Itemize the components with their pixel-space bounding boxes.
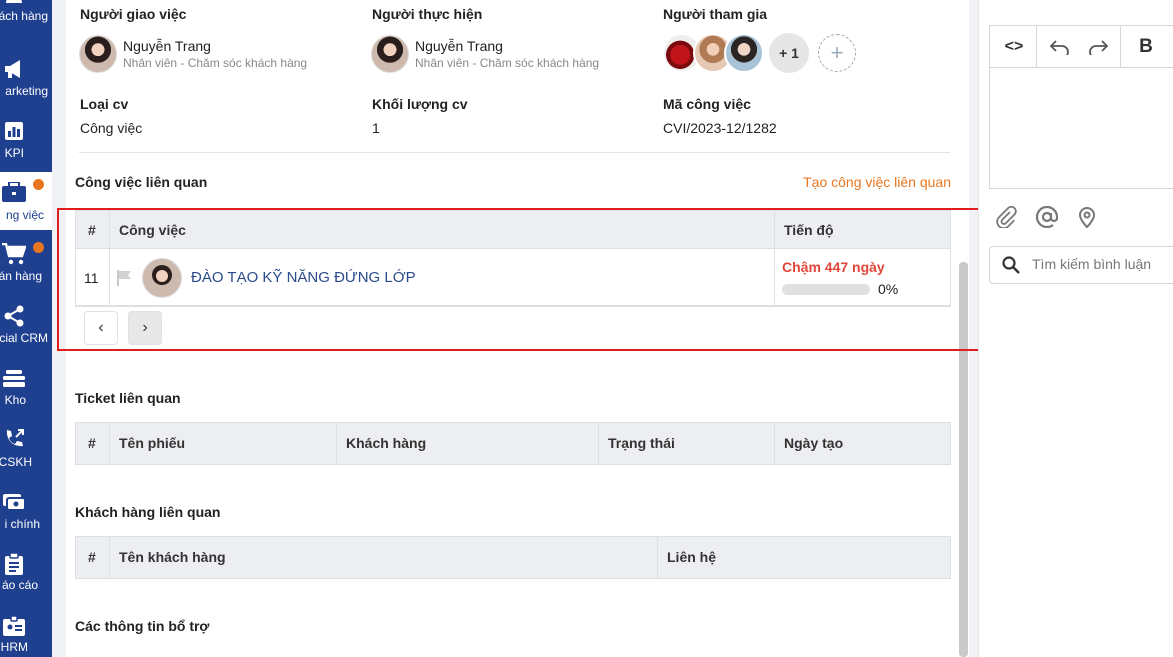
redo-icon xyxy=(1089,40,1108,55)
sidebar-item-cskh[interactable]: CSKH xyxy=(0,423,52,481)
comment-search-box xyxy=(989,246,1173,284)
comments-panel: <> B xyxy=(978,0,1173,657)
sidebar-item-label: ách hàng xyxy=(0,9,48,23)
divider xyxy=(1120,26,1121,68)
related-tickets-title: Ticket liên quan xyxy=(75,390,181,406)
sidebar-item-label: CSKH xyxy=(0,455,32,469)
divider xyxy=(657,537,658,578)
users-icon xyxy=(0,0,28,6)
assigner-role: Nhân viên - Chăm sóc khách hàng xyxy=(123,56,308,70)
sidebar-item-label: i chính xyxy=(4,517,40,531)
cart-icon xyxy=(0,242,28,266)
divider xyxy=(598,423,599,464)
column-header: Tên phiếu xyxy=(119,435,186,451)
sidebar-item-sales[interactable]: án hàng xyxy=(0,238,52,296)
briefcase-icon xyxy=(0,180,28,204)
create-related-task-link[interactable]: Tạo công việc liên quan xyxy=(803,174,951,190)
code-view-button[interactable]: <> xyxy=(1002,35,1026,59)
task-type-title: Loại cv xyxy=(80,96,129,112)
sidebar-item-label: ng việc xyxy=(5,208,44,222)
avatar xyxy=(79,35,117,73)
add-participant-button[interactable]: + xyxy=(818,34,856,72)
avatar xyxy=(371,35,409,73)
sidebar-item-tasks[interactable]: ng việc xyxy=(0,172,52,230)
related-tasks-title: Công việc liên quan xyxy=(75,174,208,190)
notification-dot xyxy=(33,242,44,253)
sidebar-item-finance[interactable]: i chính xyxy=(0,486,52,544)
kpi-chart-icon xyxy=(0,119,28,143)
column-header: Trạng thái xyxy=(608,435,675,451)
executor-name: Nguyễn Trang xyxy=(415,38,503,54)
sidebar-item-label: KPI xyxy=(4,146,24,160)
participants-more-button[interactable]: + 1 xyxy=(769,33,809,73)
sidebar-item-social-crm[interactable]: cial CRM xyxy=(0,300,52,358)
clipboard-icon xyxy=(0,552,28,576)
sidebar-item-label: HRM xyxy=(0,640,28,654)
warehouse-icon xyxy=(0,366,28,390)
sidebar-item-label: áo cáo xyxy=(1,578,38,592)
notification-dot xyxy=(33,179,44,190)
search-icon xyxy=(1002,256,1020,279)
sidebar-item-reports[interactable]: áo cáo xyxy=(0,548,52,606)
phone-forward-icon xyxy=(0,427,28,451)
executor[interactable]: Nguyễn Trang Nhân viên - Chăm sóc khách … xyxy=(371,35,599,73)
task-code-title: Mã công việc xyxy=(663,96,751,112)
mention-icon[interactable] xyxy=(1035,205,1059,229)
assigner-title: Người giao việc xyxy=(80,6,187,22)
column-header: Tên khách hàng xyxy=(119,549,226,565)
column-header: Khách hàng xyxy=(346,435,427,451)
editor-toolbar: <> B xyxy=(990,26,1173,68)
sidebar-item-hrm[interactable]: HRM xyxy=(0,610,52,657)
sidebar-item-label: Kho xyxy=(4,393,26,407)
task-volume-value: 1 xyxy=(372,120,380,136)
sidebar-item-label: án hàng xyxy=(0,269,42,283)
column-header: Liên hệ xyxy=(667,549,717,565)
assigner-name: Nguyễn Trang xyxy=(123,38,211,54)
sidebar-item-customers[interactable]: ách hàng xyxy=(0,0,52,36)
divider xyxy=(1036,26,1037,68)
column-header: Ngày tạo xyxy=(784,435,844,451)
task-volume-title: Khối lượng cv xyxy=(372,96,468,112)
undo-button[interactable] xyxy=(1048,35,1072,59)
sidebar-item-label: cial CRM xyxy=(0,331,48,345)
divider xyxy=(774,423,775,464)
comment-editor[interactable]: <> B xyxy=(989,25,1173,189)
sidebar: ách hàng arketing KPI ng việc án hàng ci… xyxy=(0,0,52,657)
participant-avatar[interactable] xyxy=(724,33,764,73)
extra-info-title: Các thông tin bổ trợ xyxy=(75,618,210,634)
sidebar-item-label: arketing xyxy=(5,84,48,98)
bold-button[interactable]: B xyxy=(1134,35,1158,59)
executor-title: Người thực hiện xyxy=(372,6,483,22)
executor-role: Nhân viên - Chăm sóc khách hàng xyxy=(415,56,600,70)
assigner[interactable]: Nguyễn Trang Nhân viên - Chăm sóc khách … xyxy=(79,35,307,73)
participants-title: Người tham gia xyxy=(663,6,768,22)
divider xyxy=(336,423,337,464)
highlight-box xyxy=(57,208,1017,351)
undo-icon xyxy=(1050,40,1069,55)
column-header: # xyxy=(88,549,96,565)
sidebar-item-marketing[interactable]: arketing xyxy=(0,53,52,111)
column-header: # xyxy=(88,435,96,451)
megaphone-icon xyxy=(0,57,28,81)
divider xyxy=(109,537,110,578)
redo-button[interactable] xyxy=(1086,35,1110,59)
divider xyxy=(109,423,110,464)
sidebar-item-kpi[interactable]: KPI xyxy=(0,115,52,173)
related-customers-table: # Tên khách hàng Liên hệ xyxy=(75,536,951,579)
task-type-value: Công việc xyxy=(80,120,143,136)
location-pin-icon[interactable] xyxy=(1076,206,1098,229)
search-comments-input[interactable] xyxy=(1032,256,1173,272)
task-code-value: CVI/2023-12/1282 xyxy=(663,120,777,136)
table-header: # Tên phiếu Khách hàng Trạng thái Ngày t… xyxy=(76,423,950,464)
table-header: # Tên khách hàng Liên hệ xyxy=(76,537,950,578)
related-customers-title: Khách hàng liên quan xyxy=(75,504,221,520)
money-icon xyxy=(0,490,28,514)
sidebar-item-warehouse[interactable]: Kho xyxy=(0,362,52,420)
related-tickets-table: # Tên phiếu Khách hàng Trạng thái Ngày t… xyxy=(75,422,951,465)
id-badge-icon xyxy=(0,614,28,638)
paperclip-icon[interactable] xyxy=(995,205,1017,230)
share-icon xyxy=(0,304,28,328)
divider xyxy=(79,152,950,153)
